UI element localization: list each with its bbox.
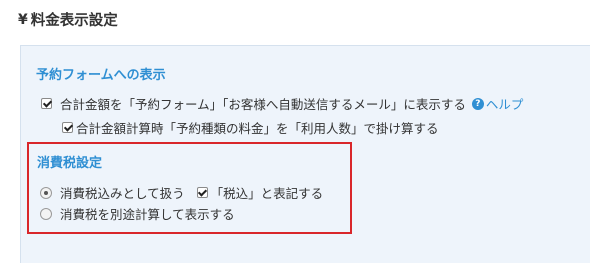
help-icon[interactable]: ? [471,97,484,110]
tax-included-radio[interactable] [40,186,52,199]
show-tax-included-checkbox[interactable] [196,187,208,198]
tax-option-row-separate: 消費税を別途計算して表示する [40,204,235,223]
multiply-label[interactable]: 合計金額計算時「予約種類の料金」を「利用人数」で掛け算する [76,118,439,137]
show-tax-included-label[interactable]: 「税込」と表記する [211,183,324,202]
show-total-checkbox[interactable] [41,98,52,109]
page-title-text: 料金表示設定 [30,13,118,29]
multiply-checkbox[interactable] [62,122,73,133]
help-link[interactable]: ヘルプ [486,94,524,113]
show-total-row: 合計金額を「予約フォーム」「お客様へ自動送信するメール」に表示する ? ヘルプ [41,94,523,113]
tax-separate-label[interactable]: 消費税を別途計算して表示する [60,204,235,223]
multiply-row: 合計金額計算時「予約種類の料金」を「利用人数」で掛け算する [62,118,439,137]
page-title: ¥ 料金表示設定 [18,9,118,30]
tax-separate-radio[interactable] [40,207,52,220]
tax-section-title: 消費税設定 [37,156,103,171]
display-section-title: 予約フォームへの表示 [36,68,166,83]
yen-icon: ¥ [18,11,28,28]
tax-included-label[interactable]: 消費税込みとして扱う [60,183,185,202]
show-total-label[interactable]: 合計金額を「予約フォーム」「お客様へ自動送信するメール」に表示する [60,94,466,113]
tax-option-row-included: 消費税込みとして扱う 「税込」と表記する [40,183,323,202]
